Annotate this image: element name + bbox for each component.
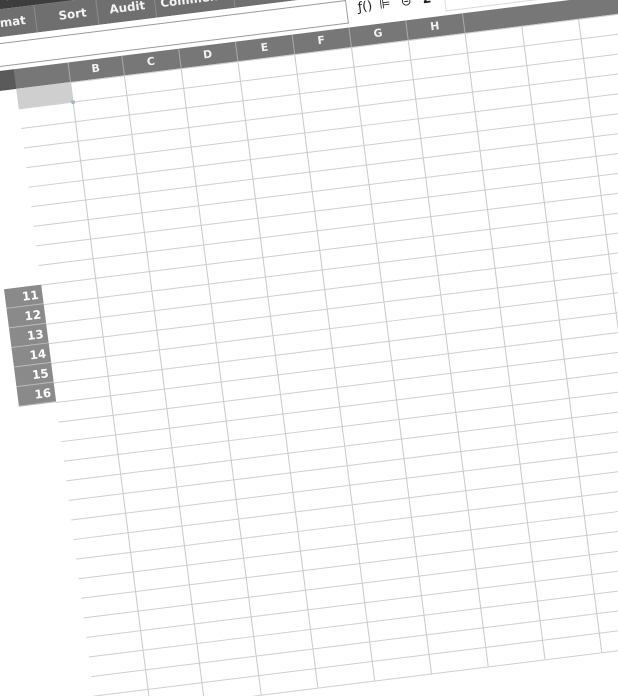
grid-row-line bbox=[64, 295, 618, 462]
grid-row-line bbox=[51, 197, 618, 364]
grid-row-line bbox=[66, 314, 618, 481]
row-header-16[interactable]: 16 bbox=[17, 382, 57, 406]
spreadsheet-window: ✂ ▤ ☒ ⎘ mat Sort Audit Comment ƒ() ⊫ ⊝ Σ… bbox=[0, 0, 618, 696]
grid-row-line bbox=[69, 334, 618, 501]
filter-icon[interactable]: ⊫ bbox=[378, 0, 391, 13]
function-icon[interactable]: ƒ() bbox=[357, 0, 373, 15]
grid-row-line bbox=[79, 412, 618, 579]
grid-row-line bbox=[56, 236, 618, 403]
grid-row-line bbox=[71, 353, 618, 520]
grid-row-line bbox=[84, 451, 618, 618]
cell-grid[interactable] bbox=[16, 0, 618, 696]
grid-row-line bbox=[81, 432, 618, 599]
grid-row-line bbox=[49, 177, 618, 344]
grid-column-line bbox=[70, 82, 151, 696]
sum-icon[interactable]: Σ bbox=[422, 0, 433, 7]
grid-row-line bbox=[54, 216, 618, 383]
link-icon[interactable]: ⊝ bbox=[400, 0, 413, 10]
